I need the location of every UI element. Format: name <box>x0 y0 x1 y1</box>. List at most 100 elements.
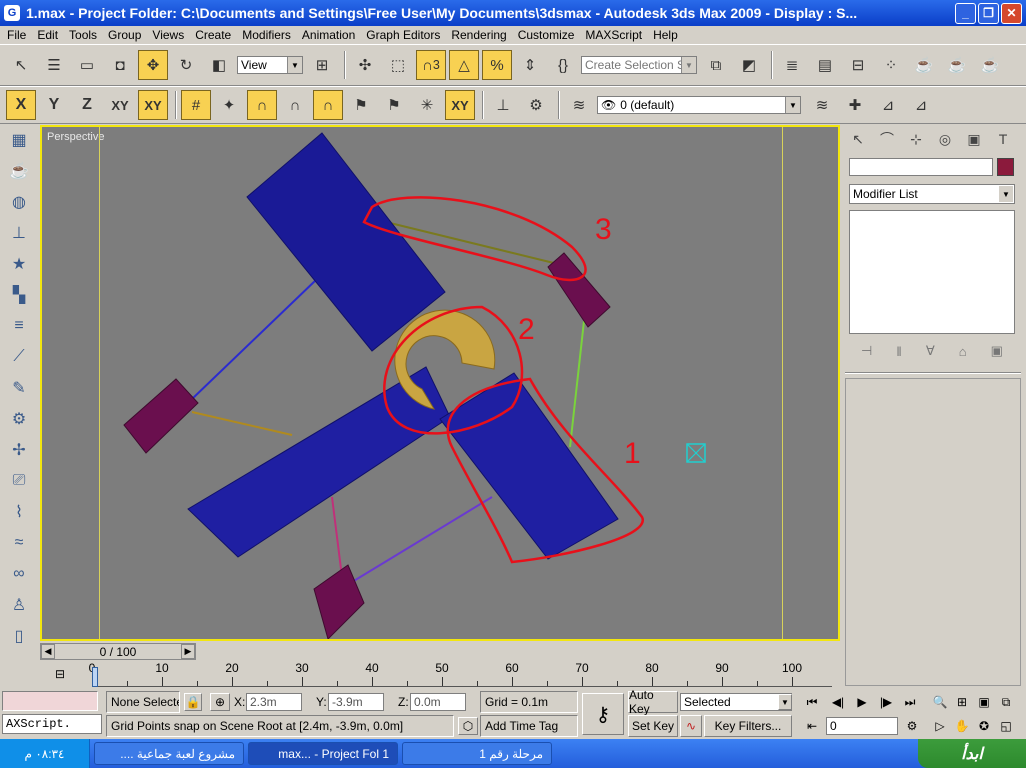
edit-named-selection-icon[interactable]: {} <box>548 50 578 80</box>
select-object-icon[interactable]: ↖ <box>6 50 36 80</box>
material-editor-icon[interactable]: ⁘ <box>876 50 906 80</box>
create-tab-icon[interactable]: ↖ <box>845 127 871 151</box>
align-icon[interactable]: ◩ <box>734 50 764 80</box>
absolute-mode-icon[interactable]: ⊕ <box>210 693 230 711</box>
snap-settings-icon[interactable]: ⚙ <box>521 90 551 120</box>
previous-frame-icon[interactable]: ◀| <box>828 693 848 711</box>
z-coord-field[interactable]: 0.0m <box>410 693 466 711</box>
axis-x-button[interactable]: X <box>6 90 36 120</box>
display-tab-icon[interactable]: ▣ <box>961 127 987 151</box>
render-setup-icon[interactable]: ☕ <box>909 50 939 80</box>
zoom-all-icon[interactable]: ⊞ <box>952 693 972 711</box>
selection-lock-icon[interactable]: 🔒 <box>184 693 202 711</box>
angle-snap-icon[interactable]: △ <box>449 50 479 80</box>
object-color-swatch[interactable] <box>997 158 1014 176</box>
modify-tab-icon[interactable]: ⌒ <box>874 127 900 151</box>
go-to-end-icon[interactable]: ⏭ <box>900 693 920 711</box>
snap-constraint-icon[interactable]: ⊥ <box>488 90 518 120</box>
close-button[interactable]: ✕ <box>1001 2 1022 24</box>
make-unique-icon[interactable]: ∀ <box>926 343 935 359</box>
maxscript-mini-listener[interactable]: AXScript. <box>2 714 102 734</box>
sphere-icon[interactable]: ◍ <box>6 188 32 215</box>
knot-icon[interactable]: ∞ <box>6 560 32 587</box>
taskbar-task-ie[interactable]: مشروع لعبة جماعية .... <box>94 742 244 765</box>
quick-render-icon[interactable]: ☕ <box>975 50 1005 80</box>
key-mode-dropdown[interactable]: Selected <box>680 693 792 711</box>
menu-create[interactable]: Create <box>190 28 237 42</box>
mini-curve-editor-icon[interactable]: ⊟ <box>50 665 70 683</box>
select-in-layer-icon[interactable]: ⊿ <box>873 90 903 120</box>
time-cursor[interactable] <box>92 667 98 687</box>
keyboard-shortcut-icon[interactable]: ⬚ <box>383 50 413 80</box>
menu-maxscript[interactable]: MAXScript <box>580 28 648 42</box>
snap-midpoint-icon[interactable]: ∩ <box>313 90 343 120</box>
stack-icon[interactable]: ≡ <box>6 312 32 339</box>
y-coord-field[interactable]: -3.9m <box>328 693 384 711</box>
x-coord-field[interactable]: 2.3m <box>246 693 302 711</box>
snap-edge-icon[interactable]: ⚑ <box>346 90 376 120</box>
menu-animation[interactable]: Animation <box>297 28 361 42</box>
app-icon[interactable]: G <box>4 5 20 21</box>
menu-modifiers[interactable]: Modifiers <box>237 28 297 42</box>
maximize-button[interactable]: ❐ <box>978 2 999 24</box>
checker-icon[interactable]: ▚ <box>6 281 32 308</box>
snap-options-icon[interactable]: ✳ <box>412 90 442 120</box>
menu-graph-editors[interactable]: Graph Editors <box>361 28 446 42</box>
hierarchy-tab-icon[interactable]: ⊹ <box>903 127 929 151</box>
set-key-icon[interactable]: ⚷ <box>582 693 624 735</box>
star-icon[interactable]: ★ <box>6 250 32 277</box>
remove-modifier-icon[interactable]: ⌂ <box>959 344 967 359</box>
brush-icon[interactable]: ✎ <box>6 374 32 401</box>
taskbar-task-3dsmax[interactable]: max... - Project Fol 1 <box>248 742 398 765</box>
show-end-result-icon[interactable]: ‖ <box>896 344 901 359</box>
camera-icon[interactable]: ⎚ <box>6 467 32 494</box>
object-name-field[interactable] <box>849 158 993 176</box>
rect-region-icon[interactable]: ▭ <box>72 50 102 80</box>
pivot-center-icon[interactable]: ⊞ <box>307 50 337 80</box>
utilities-tab-icon[interactable]: T <box>990 127 1016 151</box>
rendered-frame-icon[interactable]: ☕ <box>942 50 972 80</box>
play-icon[interactable]: ▶ <box>852 693 872 711</box>
snap-vertex-icon[interactable]: ∩ <box>247 90 277 120</box>
modifier-stack[interactable] <box>849 210 1015 334</box>
select-by-name-icon[interactable]: ☰ <box>39 50 69 80</box>
axis-xy-cycle-button[interactable]: XY <box>138 90 168 120</box>
mirror-icon[interactable]: ⧉ <box>701 50 731 80</box>
next-frame-icon[interactable]: |▶ <box>876 693 896 711</box>
time-slider[interactable]: ◀ 0 / 100 ▶ <box>40 643 196 660</box>
select-manipulate-icon[interactable]: ✣ <box>350 50 380 80</box>
select-rotate-icon[interactable]: ↻ <box>171 50 201 80</box>
menu-help[interactable]: Help <box>648 28 684 42</box>
menu-edit[interactable]: Edit <box>32 28 64 42</box>
key-mode-toggle-icon[interactable]: ⇤ <box>802 717 822 735</box>
menu-customize[interactable]: Customize <box>513 28 581 42</box>
orbit-icon[interactable]: ✪ <box>974 717 994 735</box>
axis-y-button[interactable]: Y <box>39 90 69 120</box>
menu-file[interactable]: File <box>2 28 32 42</box>
menu-group[interactable]: Group <box>103 28 147 42</box>
set-current-layer-icon[interactable]: ⊿ <box>906 90 936 120</box>
snap-grid-icon[interactable]: # <box>181 90 211 120</box>
maximize-viewport-icon[interactable]: ◱ <box>996 717 1016 735</box>
scene-canvas[interactable]: 1 2 3 <box>42 127 838 639</box>
track-bar[interactable]: ⊟ 0 10 20 30 40 50 60 70 80 90 100 <box>40 661 840 689</box>
configure-sets-icon[interactable]: ▣ <box>991 343 1003 359</box>
menu-tools[interactable]: Tools <box>64 28 103 42</box>
pin-stack-icon[interactable]: ⊣ <box>861 343 872 359</box>
biped-icon[interactable]: ♙ <box>6 591 32 618</box>
axis-z-button[interactable]: Z <box>72 90 102 120</box>
menu-views[interactable]: Views <box>147 28 190 42</box>
layers-icon[interactable]: ≋ <box>564 90 594 120</box>
spinner-snap-icon[interactable]: ⇕ <box>515 50 545 80</box>
curve-key-icon[interactable]: ∿ <box>680 715 702 737</box>
layer-manager-icon[interactable]: ≣ <box>777 50 807 80</box>
time-prev-arrow-icon[interactable]: ◀ <box>41 644 55 659</box>
snap-toggle-icon[interactable]: ∩ 3 <box>416 50 446 80</box>
teapot-icon[interactable]: ☕ <box>6 157 32 184</box>
create-box-icon[interactable]: ▦ <box>6 126 32 153</box>
current-frame-field[interactable]: 0 <box>826 717 898 735</box>
perspective-viewport[interactable]: Perspective 1 2 3 <box>40 125 840 641</box>
snap-face-icon[interactable]: ⚑ <box>379 90 409 120</box>
minimize-button[interactable]: _ <box>955 2 976 24</box>
pin-icon[interactable]: ⊥ <box>6 219 32 246</box>
